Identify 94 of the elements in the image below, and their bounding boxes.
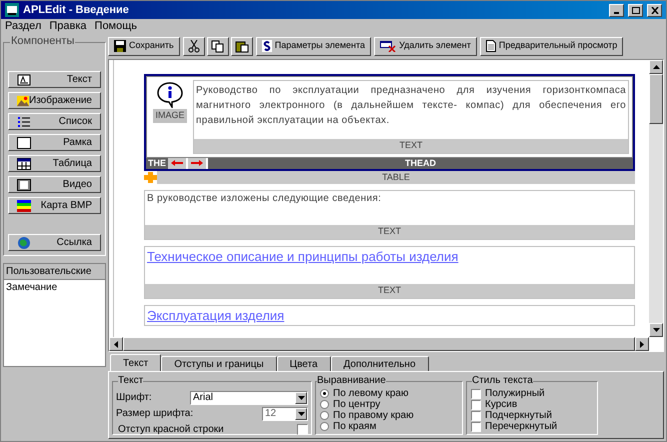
- group-title: Стиль текста: [472, 376, 533, 386]
- field-label: Размер шрифта:: [116, 407, 194, 421]
- text-element[interactable]: В руководстве изложены следующие сведения: TEXT: [144, 190, 635, 240]
- checkbox-option[interactable]: Перечеркнутый: [471, 421, 593, 432]
- color-bars-icon: [17, 200, 31, 212]
- text-tag: TEXT: [145, 284, 634, 298]
- menu-item[interactable]: Раздел: [5, 18, 42, 35]
- tab[interactable]: Текст: [110, 354, 162, 371]
- paragraph: Руководство по эксплуатации предназначено для изучения горизонткомпаса магнитного электронного (в дальнейшем тексте- компас) для обеспечения его правильной эксплуатации на объектах.: [195, 84, 627, 128]
- info-balloon-icon: [156, 82, 184, 108]
- table-tag: TABLE: [157, 170, 635, 184]
- paste-icon: [234, 40, 249, 52]
- right-arrow-button[interactable]: [188, 158, 206, 168]
- link-button[interactable]: Ссылка: [8, 234, 101, 251]
- text-frame-icon: [17, 74, 31, 86]
- paragraph: В руководстве изложены следующие сведения:: [146, 192, 382, 206]
- radio-option[interactable]: По левому краю: [320, 388, 458, 399]
- group-title: Текст: [118, 376, 144, 386]
- up-arrow-icon: [652, 65, 660, 69]
- group-title: Выравнивание: [317, 376, 386, 386]
- cut-button[interactable]: [182, 36, 205, 56]
- dropdown-arrow-icon: [298, 396, 304, 400]
- close-icon: [650, 6, 658, 14]
- left-arrow-icon: [171, 160, 183, 166]
- component-button[interactable]: Карта BMP: [8, 197, 101, 214]
- table-element[interactable]: [144, 74, 635, 170]
- landscape-picture-icon: [17, 94, 29, 106]
- list-icon: [17, 116, 31, 128]
- component-button[interactable]: Текст: [8, 71, 101, 88]
- left-arrow-button[interactable]: [168, 158, 186, 168]
- component-button[interactable]: Рамка: [8, 134, 101, 151]
- link-element[interactable]: Эксплуатация изделия: [144, 304, 635, 326]
- text-element[interactable]: Руководство по эксплуатации предназначено для изучения горизонткомпаса магнитного электронного (в дальнейшем тексте- компас) для обеспечения его правильной эксплуатации на объектах. TEXT: [193, 80, 629, 154]
- text-tag: TEXT: [194, 139, 628, 152]
- component-button[interactable]: Видео: [8, 176, 101, 193]
- frame-icon: [17, 136, 31, 148]
- tab[interactable]: Отступы и границы: [161, 356, 277, 371]
- vertical-scrollbar[interactable]: [649, 60, 663, 337]
- right-arrow-icon: [191, 160, 203, 166]
- scissors-icon: [186, 40, 201, 52]
- field-label: Отступ красной строки: [118, 423, 224, 437]
- dropdown-arrow-icon: [298, 412, 304, 416]
- list-header: Пользовательские: [4, 264, 105, 280]
- plus-icon: [144, 172, 157, 183]
- component-button[interactable]: Изображение: [8, 92, 101, 109]
- radio-option[interactable]: По краям: [320, 421, 458, 432]
- radio-option[interactable]: По правому краю: [320, 410, 458, 421]
- left-arrow-icon: [114, 340, 118, 348]
- document-icon: [486, 40, 496, 52]
- toolbar-button[interactable]: Предварительный просмотр: [480, 36, 624, 56]
- image-tag: IMAGE: [153, 109, 186, 122]
- horizontal-scrollbar[interactable]: [109, 337, 649, 351]
- indent-checkbox[interactable]: [297, 424, 308, 435]
- copy-icon: [210, 40, 225, 52]
- checkbox-option[interactable]: Подчеркнутый: [471, 410, 593, 421]
- table-icon: [17, 158, 31, 170]
- paste-button[interactable]: [230, 36, 253, 56]
- tab[interactable]: Дополнительно: [330, 356, 429, 371]
- minimize-button[interactable]: [609, 4, 624, 16]
- link[interactable]: Эксплуатация изделия: [145, 306, 286, 325]
- globe-icon: [17, 236, 31, 250]
- toolbar-button[interactable]: Сохранить: [108, 36, 180, 56]
- film-icon: [17, 178, 31, 190]
- down-arrow-icon: [652, 328, 660, 332]
- menu-item[interactable]: Правка: [49, 18, 87, 35]
- close-button[interactable]: [647, 4, 662, 16]
- component-button[interactable]: Список: [8, 113, 101, 130]
- group-title: Компоненты: [10, 36, 76, 47]
- field-label: Шрифт:: [116, 391, 152, 405]
- font-dropdown[interactable]: Arial: [190, 390, 308, 404]
- size-dropdown[interactable]: 12: [262, 406, 308, 420]
- text-tag: TEXT: [145, 225, 634, 238]
- checkbox-option[interactable]: Курсив: [471, 399, 593, 410]
- scrollbar-thumb[interactable]: [649, 74, 663, 124]
- delete-element-icon: [380, 40, 396, 52]
- right-arrow-icon: [640, 340, 644, 348]
- app-icon: [5, 3, 19, 17]
- checkbox-option[interactable]: Полужирный: [471, 388, 593, 399]
- thead-tag: THEAD: [208, 158, 633, 168]
- toolbar-button[interactable]: Удалить элемент: [374, 36, 477, 56]
- maximize-button[interactable]: [628, 4, 643, 16]
- head-tag: THE: [146, 158, 168, 168]
- menu-item[interactable]: Помощь: [94, 18, 138, 35]
- list-item[interactable]: Замечание: [4, 280, 105, 295]
- link-element[interactable]: Техническое описание и принципы работы изделия TEXT: [144, 246, 635, 298]
- radio-option[interactable]: По центру: [320, 399, 458, 410]
- component-button[interactable]: Таблица: [8, 155, 101, 172]
- link[interactable]: Техническое описание и принципы работы изделия: [145, 246, 460, 266]
- toolbar-button[interactable]: Параметры элемента: [256, 36, 372, 56]
- tab[interactable]: Цвета: [276, 356, 331, 371]
- s-letter-icon: [262, 40, 272, 52]
- maximize-icon: [632, 6, 640, 14]
- copy-button[interactable]: [206, 36, 229, 56]
- window-title: APLEdit - Введение: [23, 2, 130, 18]
